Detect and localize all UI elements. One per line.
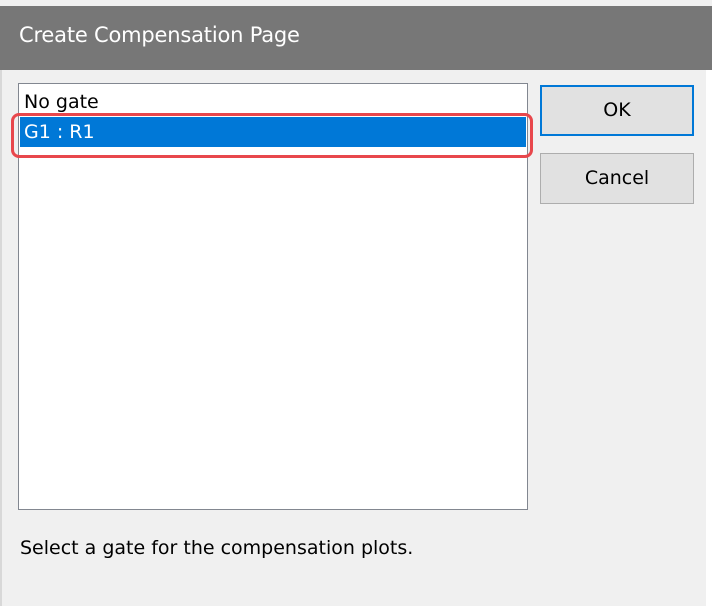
instruction-text: Select a gate for the compensation plots… <box>20 537 414 559</box>
cancel-button[interactable]: Cancel <box>540 153 694 204</box>
ok-button[interactable]: OK <box>540 85 694 136</box>
create-compensation-page-dialog: Create Compensation Page No gate G1 : R1… <box>0 0 712 606</box>
window-border-right <box>706 70 712 606</box>
title-bar[interactable]: Create Compensation Page <box>0 6 712 70</box>
selection-highlight-outline <box>11 113 533 158</box>
window-border-left <box>0 70 2 606</box>
window-title: Create Compensation Page <box>19 23 300 47</box>
